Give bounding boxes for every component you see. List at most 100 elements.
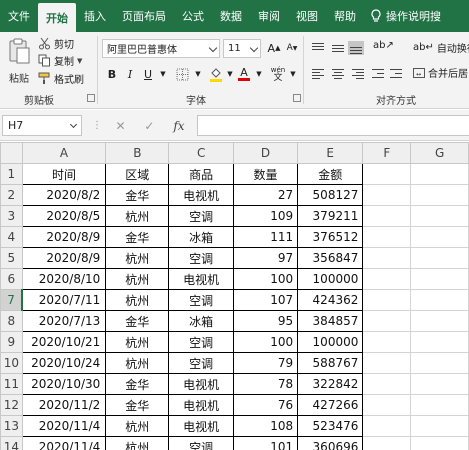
cell[interactable]: 384857 [297, 310, 364, 332]
cell[interactable]: 376512 [297, 226, 364, 248]
cell[interactable]: 523476 [297, 415, 364, 437]
clipboard-launcher-icon[interactable] [87, 94, 95, 102]
empty-cell[interactable] [410, 373, 469, 395]
cell[interactable]: 金华 [105, 184, 170, 206]
cell[interactable]: 电视机 [168, 415, 234, 437]
cell[interactable]: 2020/11/4 [21, 436, 107, 450]
row-header[interactable]: 7 [0, 289, 24, 311]
copy-button[interactable]: 复制 ▼ [38, 52, 82, 69]
cell[interactable]: 杭州 [105, 415, 170, 437]
row-header[interactable]: 1 [0, 163, 23, 185]
cell[interactable]: 2020/10/21 [21, 331, 107, 353]
row-header[interactable]: 11 [0, 373, 23, 395]
empty-cell[interactable] [410, 163, 469, 185]
cell[interactable]: 电视机 [168, 268, 234, 290]
cell[interactable]: 商品 [168, 163, 234, 185]
cell[interactable]: 杭州 [105, 205, 170, 227]
font-name-select[interactable]: 阿里巴巴普惠体 [102, 39, 220, 58]
align-center-button[interactable] [330, 67, 346, 81]
cell[interactable]: 空调 [168, 247, 234, 269]
cell[interactable]: 111 [232, 226, 299, 248]
align-right-button[interactable] [350, 67, 366, 81]
cell[interactable]: 杭州 [105, 436, 170, 450]
empty-cell[interactable] [362, 205, 412, 227]
row-header[interactable]: 8 [0, 310, 23, 332]
column-header[interactable]: F [362, 142, 412, 164]
empty-cell[interactable] [410, 415, 469, 437]
cell[interactable]: 冰箱 [168, 310, 234, 332]
empty-cell[interactable] [410, 289, 469, 311]
cell[interactable]: 空调 [168, 436, 234, 450]
cell[interactable]: 379211 [297, 205, 364, 227]
cell[interactable]: 数量 [232, 163, 299, 185]
bold-button[interactable]: B [104, 66, 120, 82]
cell[interactable]: 107 [232, 289, 299, 311]
cancel-icon[interactable]: ✕ [115, 119, 125, 133]
merge-center-button[interactable]: ↔ 合并后居 [413, 64, 468, 81]
empty-cell[interactable] [410, 205, 469, 227]
cell[interactable]: 金华 [105, 310, 170, 332]
cell[interactable]: 2020/8/9 [21, 226, 107, 248]
align-left-button[interactable] [310, 67, 326, 81]
row-header[interactable]: 3 [0, 205, 23, 227]
tab-file[interactable]: 文件 [0, 0, 38, 32]
cell[interactable]: 空调 [168, 352, 234, 374]
empty-cell[interactable] [362, 247, 412, 269]
empty-cell[interactable] [362, 310, 412, 332]
formula-input[interactable] [197, 115, 469, 136]
middle-align-button[interactable] [330, 41, 346, 55]
column-header[interactable]: E [297, 142, 364, 164]
cell[interactable]: 杭州 [105, 331, 170, 353]
cell[interactable]: 588767 [297, 352, 364, 374]
increase-indent-button[interactable] [388, 67, 404, 81]
tab-page-layout[interactable]: 页面布局 [114, 0, 174, 32]
row-header[interactable]: 14 [0, 436, 23, 450]
tab-insert[interactable]: 插入 [76, 0, 114, 32]
cell[interactable]: 78 [232, 373, 299, 395]
enter-icon[interactable]: ✓ [144, 119, 154, 133]
wrap-text-button[interactable]: ab↵ 自动换行 [413, 39, 469, 56]
cell[interactable]: 金华 [105, 373, 170, 395]
name-box[interactable]: H7 [2, 115, 82, 136]
cell[interactable]: 360696 [297, 436, 364, 450]
row-header[interactable]: 2 [0, 184, 23, 206]
tab-home[interactable]: 开始 [38, 3, 76, 32]
cell[interactable]: 金华 [105, 394, 170, 416]
cell[interactable]: 322842 [297, 373, 364, 395]
row-header[interactable]: 6 [0, 268, 23, 290]
underline-button[interactable]: U [140, 66, 156, 82]
cell[interactable]: 区域 [105, 163, 170, 185]
row-header[interactable]: 4 [0, 226, 23, 248]
cell[interactable]: 2020/8/2 [21, 184, 107, 206]
empty-cell[interactable] [410, 436, 469, 450]
column-header[interactable]: G [410, 142, 469, 164]
select-all-corner[interactable] [0, 142, 23, 164]
empty-cell[interactable] [410, 184, 469, 206]
empty-cell[interactable] [410, 268, 469, 290]
row-header[interactable]: 10 [0, 352, 23, 374]
row-header[interactable]: 13 [0, 415, 23, 437]
empty-cell[interactable] [362, 415, 412, 437]
cell[interactable]: 108 [232, 415, 299, 437]
tell-me-search[interactable]: 操作说明搜 [364, 0, 449, 32]
cell[interactable]: 金额 [297, 163, 364, 185]
empty-cell[interactable] [362, 289, 412, 311]
cell[interactable]: 100000 [297, 268, 364, 290]
cell[interactable]: 2020/7/13 [21, 310, 107, 332]
cell[interactable]: 电视机 [168, 184, 234, 206]
paste-button[interactable]: 粘贴 [4, 36, 34, 88]
tab-help[interactable]: 帮助 [326, 0, 364, 32]
cell[interactable]: 427266 [297, 394, 364, 416]
cell[interactable]: 508127 [297, 184, 364, 206]
font-color-dropdown-icon[interactable]: ▼ [251, 66, 267, 82]
cell[interactable]: 2020/8/10 [21, 268, 107, 290]
bottom-align-button[interactable] [348, 41, 364, 55]
empty-cell[interactable] [362, 184, 412, 206]
cell[interactable]: 100000 [297, 331, 364, 353]
empty-cell[interactable] [410, 352, 469, 374]
cell[interactable]: 356847 [297, 247, 364, 269]
cell[interactable]: 101 [232, 436, 299, 450]
cell[interactable]: 97 [232, 247, 299, 269]
shrink-font-button[interactable]: A ▼ [284, 40, 300, 56]
cell[interactable]: 79 [232, 352, 299, 374]
